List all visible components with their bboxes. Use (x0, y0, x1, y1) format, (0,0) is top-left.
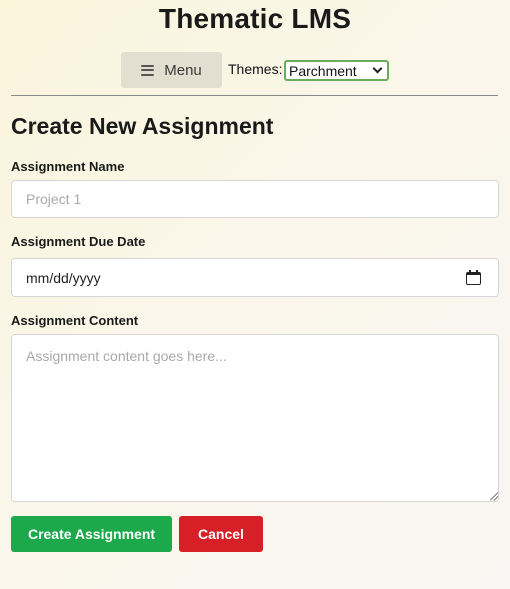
nav-bar: Menu Themes: Parchment (0, 52, 510, 88)
assignment-name-label: Assignment Name (11, 159, 125, 174)
assignment-content-label: Assignment Content (11, 313, 139, 328)
menu-button-label: Menu (164, 61, 202, 79)
divider (11, 95, 498, 96)
date-input-format: mm/dd/yyyy (26, 269, 101, 286)
themes-select-value: Parchment (289, 62, 357, 79)
page-title: Create New Assignment (11, 113, 274, 139)
menu-button[interactable]: Menu (121, 52, 222, 88)
themes-select[interactable]: Parchment (284, 60, 389, 81)
assignment-content-textarea[interactable] (11, 334, 499, 502)
app-title: Thematic LMS (158, 3, 352, 34)
create-assignment-button[interactable]: Create Assignment (11, 516, 172, 552)
assignment-due-date-input[interactable]: mm/dd/yyyy (11, 258, 499, 297)
assignment-name-input[interactable] (11, 180, 499, 218)
hamburger-icon (141, 64, 155, 76)
chevron-down-icon (372, 63, 383, 74)
calendar-icon[interactable] (466, 270, 481, 285)
themes-label: Themes: (228, 61, 283, 77)
cancel-button[interactable]: Cancel (179, 516, 263, 552)
assignment-due-date-label: Assignment Due Date (11, 234, 146, 249)
